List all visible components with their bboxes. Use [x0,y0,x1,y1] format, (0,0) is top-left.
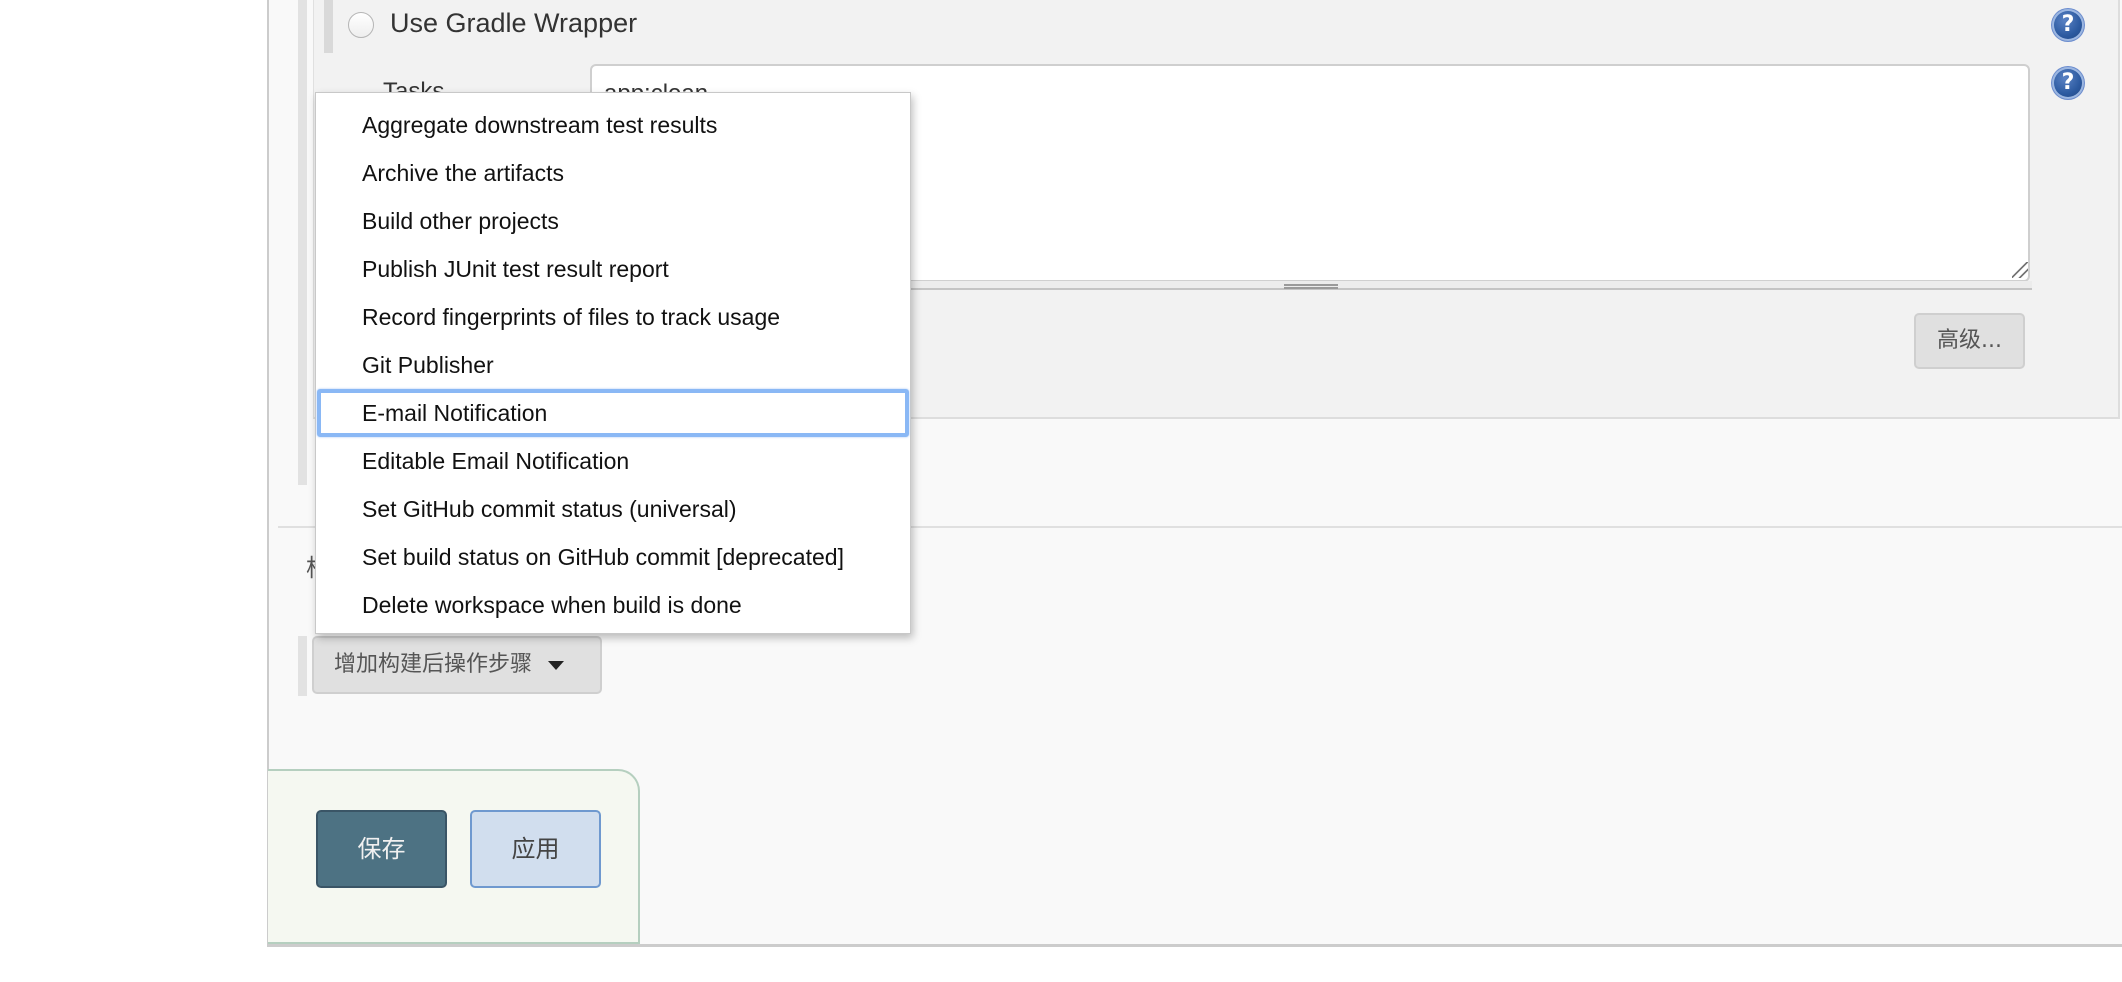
apply-button[interactable]: 应用 [470,810,601,888]
tasks-help-icon[interactable]: ? [2052,67,2084,99]
post-build-step-menu: Aggregate downstream test results Archiv… [315,92,911,634]
use-gradle-wrapper-label[interactable]: Use Gradle Wrapper [390,8,637,39]
menu-item-record-fingerprints[interactable]: Record fingerprints of files to track us… [317,293,909,341]
menu-item-archive-artifacts[interactable]: Archive the artifacts [317,149,909,197]
menu-item-set-build-status-github-deprecated[interactable]: Set build status on GitHub commit [depre… [317,533,909,581]
expander-handle-icon[interactable] [1284,284,1338,289]
menu-item-git-publisher[interactable]: Git Publisher [317,341,909,389]
caret-down-icon [548,660,565,670]
radio-section-bar [324,0,333,53]
menu-item-editable-email-notification[interactable]: Editable Email Notification [317,437,909,485]
use-gradle-wrapper-radio[interactable] [348,12,374,38]
build-step-section-bar [298,0,307,485]
help-icon[interactable]: ? [2052,9,2084,41]
textarea-resize-grip[interactable] [2012,262,2028,278]
menu-item-aggregate-downstream-test-results[interactable]: Aggregate downstream test results [317,101,909,149]
save-button[interactable]: 保存 [316,810,447,888]
advanced-button[interactable]: 高级... [1914,313,2025,369]
add-post-build-step-button[interactable]: 增加构建后操作步骤 [312,636,602,694]
add-step-section-bar [298,636,307,696]
menu-item-delete-workspace[interactable]: Delete workspace when build is done [317,581,909,629]
menu-item-set-github-commit-status[interactable]: Set GitHub commit status (universal) [317,485,909,533]
add-post-build-step-label: 增加构建后操作步骤 [334,652,533,677]
menu-item-build-other-projects[interactable]: Build other projects [317,197,909,245]
menu-item-publish-junit-report[interactable]: Publish JUnit test result report [317,245,909,293]
menu-item-email-notification[interactable]: E-mail Notification [317,389,909,437]
